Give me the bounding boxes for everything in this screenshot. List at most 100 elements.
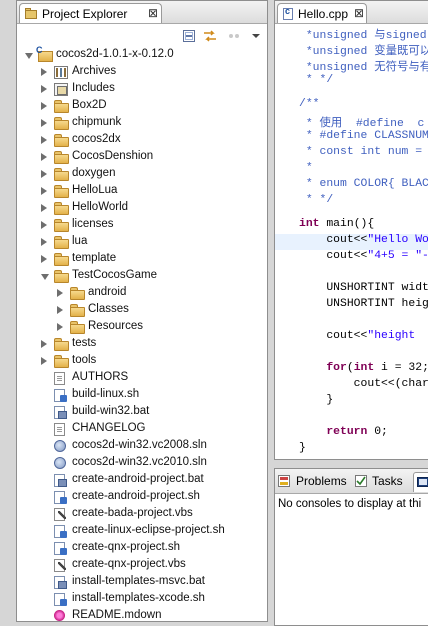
chevron-right-icon[interactable] <box>41 255 47 263</box>
tab-problems[interactable]: Problems <box>278 472 352 492</box>
tree-item[interactable]: tools <box>17 353 267 370</box>
code-line[interactable]: * const int num = <box>275 146 428 162</box>
tab-hello-cpp[interactable]: Hello.cpp ⊠ <box>277 3 367 23</box>
close-icon[interactable]: ⊠ <box>148 6 158 20</box>
tree-item-label: cocos2d-win32.vc2010.sln <box>72 456 207 468</box>
tree-item[interactable]: licenses <box>17 217 267 234</box>
tree-item[interactable]: cocos2d-win32.vc2008.sln <box>17 438 267 455</box>
chevron-right-icon[interactable] <box>41 238 47 246</box>
chevron-down-icon[interactable] <box>249 29 263 43</box>
code-line[interactable]: * #define CLASSNUM <box>275 130 428 146</box>
tree-item[interactable]: doxygen <box>17 166 267 183</box>
chevron-down-icon[interactable] <box>41 274 49 280</box>
tree-item[interactable]: TestCocosGame <box>17 268 267 285</box>
code-token: cout<< <box>299 330 368 342</box>
tree-item[interactable]: Box2D <box>17 98 267 115</box>
tree-item[interactable]: AUTHORS <box>17 370 267 387</box>
code-line[interactable]: cout<<(char <box>275 378 428 394</box>
tree-item[interactable]: chipmunk <box>17 115 267 132</box>
chevron-right-icon[interactable] <box>57 289 63 297</box>
code-token: * */ <box>299 194 334 206</box>
code-line[interactable]: UNSHORTINT widt <box>275 282 428 298</box>
code-line[interactable]: *unsigned 与signed <box>275 26 428 42</box>
code-line[interactable]: return 0; <box>275 426 428 442</box>
tree-item[interactable]: create-android-project.bat <box>17 472 267 489</box>
tree-item[interactable]: create-linux-eclipse-project.sh <box>17 523 267 540</box>
view-menu-dots-icon[interactable] <box>227 29 241 43</box>
tab-tasks[interactable]: Tasks <box>355 472 411 492</box>
tree-item[interactable]: CHANGELOG <box>17 421 267 438</box>
code-line[interactable]: /** <box>275 98 428 114</box>
tree-item[interactable]: HelloLua <box>17 183 267 200</box>
chevron-right-icon[interactable] <box>41 187 47 195</box>
tab-project-explorer-label: Project Explorer <box>42 7 128 21</box>
code-line[interactable]: * enum COLOR{ BLAC <box>275 178 428 194</box>
tree-item[interactable]: tests <box>17 336 267 353</box>
tree-item[interactable]: create-qnx-project.sh <box>17 540 267 557</box>
code-line[interactable]: cout<<"Hello Wo <box>275 234 428 250</box>
tree-item-label: licenses <box>72 218 114 230</box>
code-line[interactable]: } <box>275 394 428 410</box>
tree-item-label: Archives <box>72 65 117 77</box>
code-line[interactable]: int main(){ <box>275 218 428 234</box>
chevron-right-icon[interactable] <box>41 102 47 110</box>
chevron-right-icon[interactable] <box>41 357 47 365</box>
link-with-editor-icon[interactable] <box>203 29 217 43</box>
tree-item-label: doxygen <box>72 167 116 179</box>
tree-item-label: HelloLua <box>72 184 118 196</box>
tree-item[interactable]: cocos2dx <box>17 132 267 149</box>
code-line[interactable]: *unsigned 无符号与有 <box>275 58 428 74</box>
tree-item[interactable]: HelloWorld <box>17 200 267 217</box>
chevron-right-icon[interactable] <box>41 119 47 127</box>
chevron-right-icon[interactable] <box>41 221 47 229</box>
editor-panel: Hello.cpp ⊠ *unsigned 与signed *unsigned … <box>274 0 428 460</box>
tree-item[interactable]: cocos2d-win32.vc2010.sln <box>17 455 267 472</box>
chevron-right-icon[interactable] <box>57 306 63 314</box>
tree-item[interactable]: cocos2d-1.0.1-x-0.12.0 <box>17 45 267 64</box>
bottom-tabbar: Problems Tasks <box>275 469 428 494</box>
tree-item[interactable]: Includes <box>17 81 267 98</box>
code-line[interactable]: cout<<"height <box>275 330 428 346</box>
tree-item[interactable]: create-bada-project.vbs <box>17 506 267 523</box>
folder-icon <box>54 219 69 232</box>
chevron-down-icon[interactable] <box>25 53 33 59</box>
tree-item[interactable]: android <box>17 285 267 302</box>
tree-item[interactable]: build-win32.bat <box>17 404 267 421</box>
code-line[interactable]: * <box>275 162 428 178</box>
chevron-right-icon[interactable] <box>57 323 63 331</box>
code-editor[interactable]: *unsigned 与signed *unsigned 变量既可以 *unsig… <box>275 23 428 459</box>
chevron-right-icon[interactable] <box>41 340 47 348</box>
code-line[interactable]: * */ <box>275 74 428 90</box>
code-line[interactable]: *unsigned 变量既可以 <box>275 42 428 58</box>
tab-project-explorer[interactable]: Project Explorer ⊠ <box>19 3 162 23</box>
chevron-right-icon[interactable] <box>41 136 47 144</box>
tree-item[interactable]: create-android-project.sh <box>17 489 267 506</box>
collapse-all-icon[interactable] <box>182 29 196 43</box>
code-line[interactable]: * */ <box>275 194 428 210</box>
tree-item[interactable]: install-templates-msvc.bat <box>17 574 267 591</box>
tree-item[interactable]: README.mdown <box>17 608 267 621</box>
chevron-right-icon[interactable] <box>41 170 47 178</box>
tree-item[interactable]: Archives <box>17 64 267 81</box>
code-line[interactable]: cout<<"4+5 = "- <box>275 250 428 266</box>
tree-item[interactable]: Classes <box>17 302 267 319</box>
tree-item[interactable]: Resources <box>17 319 267 336</box>
tree-item[interactable]: create-qnx-project.vbs <box>17 557 267 574</box>
chevron-right-icon[interactable] <box>41 85 47 93</box>
chevron-right-icon[interactable] <box>41 204 47 212</box>
tree-item[interactable]: template <box>17 251 267 268</box>
folder-icon <box>54 151 69 164</box>
tab-console[interactable] <box>413 472 428 492</box>
code-line[interactable]: for(int i = 32; <box>275 362 428 378</box>
code-line[interactable]: * 使用 #define c <box>275 114 428 130</box>
code-line[interactable]: UNSHORTINT heig <box>275 298 428 314</box>
close-icon[interactable]: ⊠ <box>354 6 364 20</box>
code-line[interactable]: } <box>275 442 428 458</box>
tree-item[interactable]: build-linux.sh <box>17 387 267 404</box>
tree-item[interactable]: CocosDenshion <box>17 149 267 166</box>
chevron-right-icon[interactable] <box>41 68 47 76</box>
script-icon <box>54 491 67 504</box>
tree-item[interactable]: install-templates-xcode.sh <box>17 591 267 608</box>
chevron-right-icon[interactable] <box>41 153 47 161</box>
tree-item[interactable]: lua <box>17 234 267 251</box>
